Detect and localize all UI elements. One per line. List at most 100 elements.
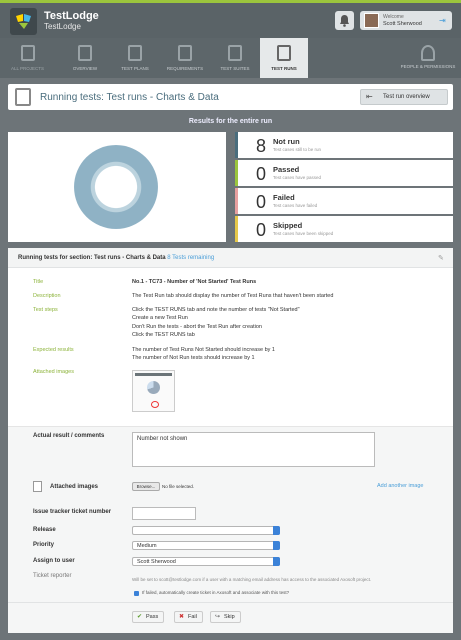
ticket-reporter-note: Will be set to scott@testlodge.com if a … xyxy=(132,577,372,582)
no-file-text: No file selected. xyxy=(162,484,195,489)
section-header: Running tests for section: Test runs - C… xyxy=(8,248,453,268)
stat-count: 0 xyxy=(256,164,267,184)
nav-label: PEOPLE & PERMISSIONS xyxy=(400,64,456,69)
nav-requirements[interactable]: REQUIREMENTS xyxy=(160,38,210,78)
stat-name: Failed xyxy=(273,193,295,202)
expected-result: The number of Not Run tests should incre… xyxy=(132,355,255,361)
fail-button[interactable]: ✖ Fail xyxy=(174,611,203,623)
nav-label: ALL PROJECTS xyxy=(10,66,45,71)
welcome-text: Welcome xyxy=(383,14,404,20)
testlodge-logo[interactable] xyxy=(10,8,37,35)
browse-button[interactable]: Browse... xyxy=(132,482,160,491)
thumb-bar xyxy=(135,373,172,376)
stat-skipped: 0 Skipped Test cases have been skipped xyxy=(235,216,453,242)
user-menu[interactable]: Welcome Scott Sherwood ⇥ xyxy=(360,11,452,30)
bell-icon xyxy=(340,15,349,27)
divider xyxy=(8,602,453,603)
actual-result-textarea[interactable]: Number not shown xyxy=(132,432,375,467)
release-select[interactable] xyxy=(132,526,280,535)
nav-label: TEST SUITES xyxy=(220,66,250,71)
title-label: Title xyxy=(33,279,44,285)
results-stats: 8 Not run Test cases still to be run 0 P… xyxy=(235,132,453,242)
stat-desc: Test cases have passed xyxy=(273,175,322,180)
actual-result-label: Actual result / comments xyxy=(33,433,105,439)
stat-name: Passed xyxy=(273,165,300,174)
release-label: Release xyxy=(33,527,56,533)
test-step: Don't Run the tests - abort the Test Run… xyxy=(132,324,262,330)
nav-test-plans[interactable]: TEST PLANS xyxy=(110,38,160,78)
stat-name: Skipped xyxy=(273,221,303,230)
priority-select[interactable]: Medium xyxy=(132,541,280,550)
pass-label: Pass xyxy=(146,614,159,620)
chevron-down-icon xyxy=(273,526,280,535)
assign-label: Assign to user xyxy=(33,558,75,564)
back-arrow-icon: ⇤ xyxy=(366,92,373,101)
avatar xyxy=(364,13,379,28)
stat-count: 8 xyxy=(256,136,267,156)
nav-overview[interactable]: OVERVIEW xyxy=(60,38,110,78)
notifications-button[interactable] xyxy=(335,11,354,30)
logout-icon[interactable]: ⇥ xyxy=(439,16,446,25)
requirements-icon xyxy=(178,45,192,61)
nav-label: TEST PLANS xyxy=(121,66,149,71)
stat-desc: Test cases have been skipped xyxy=(273,231,334,236)
nav-test-runs[interactable]: TEST RUNS xyxy=(260,38,308,78)
main-nav: ALL PROJECTS OVERVIEW TEST PLANS REQUIRE… xyxy=(0,38,461,78)
test-description: The Test Run tab should display the numb… xyxy=(132,293,334,299)
results-donut xyxy=(74,145,158,229)
thumb-chart xyxy=(147,381,160,394)
user-name: Scott Sherwood xyxy=(383,21,422,27)
test-run-overview-button[interactable]: ⇤ Test run overview xyxy=(360,89,448,105)
description-label: Description xyxy=(33,293,61,299)
runs-icon xyxy=(277,45,291,61)
results-title: Results for the entire run xyxy=(188,118,273,125)
stat-count: 0 xyxy=(256,192,267,212)
folder-icon xyxy=(20,45,35,61)
stat-passed: 0 Passed Test cases have passed xyxy=(235,160,453,186)
top-bar: TestLodge TestLodge Welcome Scott Sherwo… xyxy=(0,0,461,38)
assign-select[interactable]: Scott Sherwood xyxy=(132,557,280,566)
test-title: No.1 - TC73 - Number of 'Not Started' Te… xyxy=(132,279,257,285)
expected-label: Expected results xyxy=(33,347,74,353)
stat-count: 0 xyxy=(256,220,267,240)
thumb-highlight xyxy=(151,401,159,408)
skip-button[interactable]: ↪ Skip xyxy=(210,611,241,623)
check-icon: ✔ xyxy=(137,614,143,620)
auto-ticket-checkbox[interactable] xyxy=(134,591,139,596)
test-step: Create a new Test Run xyxy=(132,315,188,321)
skip-icon: ↪ xyxy=(215,614,221,620)
suites-icon xyxy=(228,45,242,61)
priority-label: Priority xyxy=(33,542,55,548)
select-value: Medium xyxy=(137,543,157,549)
issue-ticket-input[interactable] xyxy=(132,507,196,520)
nav-people[interactable]: PEOPLE & PERMISSIONS xyxy=(400,38,456,78)
attached-image-thumbnail[interactable] xyxy=(132,370,175,412)
button-label: Test run overview xyxy=(383,94,430,100)
expected-result: The number of Test Runs Not Started shou… xyxy=(132,347,275,353)
people-icon xyxy=(421,45,435,61)
nav-all-projects[interactable]: ALL PROJECTS xyxy=(0,38,55,78)
overview-icon xyxy=(78,45,92,61)
steps-label: Test steps xyxy=(33,307,58,313)
section-title: Running tests for section: Test runs - C… xyxy=(18,255,214,261)
section-heading: Running tests for section: Test runs - C… xyxy=(18,255,166,261)
images-label: Attached images xyxy=(33,369,74,375)
ticket-reporter-label: Ticket reporter xyxy=(33,573,72,579)
app-name: TestLodge xyxy=(44,10,99,22)
test-step: Click the TEST RUNS tab xyxy=(132,332,195,338)
account-name: TestLodge xyxy=(44,22,81,31)
tests-remaining: 8 Tests remaining xyxy=(167,255,215,261)
skip-label: Skip xyxy=(224,614,235,620)
add-another-image-link[interactable]: Add another image xyxy=(377,483,423,489)
test-run-icon xyxy=(15,88,31,106)
nav-test-suites[interactable]: TEST SUITES xyxy=(210,38,260,78)
results-chart xyxy=(8,132,226,242)
chevron-down-icon xyxy=(273,541,280,550)
edit-icon[interactable]: ✎ xyxy=(438,254,444,262)
chevron-down-icon xyxy=(273,557,280,566)
nav-label: TEST RUNS xyxy=(271,66,297,71)
pass-button[interactable]: ✔ Pass xyxy=(132,611,164,623)
attached-images-label: Attached images xyxy=(50,484,99,490)
test-step: Click the TEST RUNS tab and note the num… xyxy=(132,307,300,313)
page-title: Running tests: Test runs - Charts & Data xyxy=(40,92,219,103)
